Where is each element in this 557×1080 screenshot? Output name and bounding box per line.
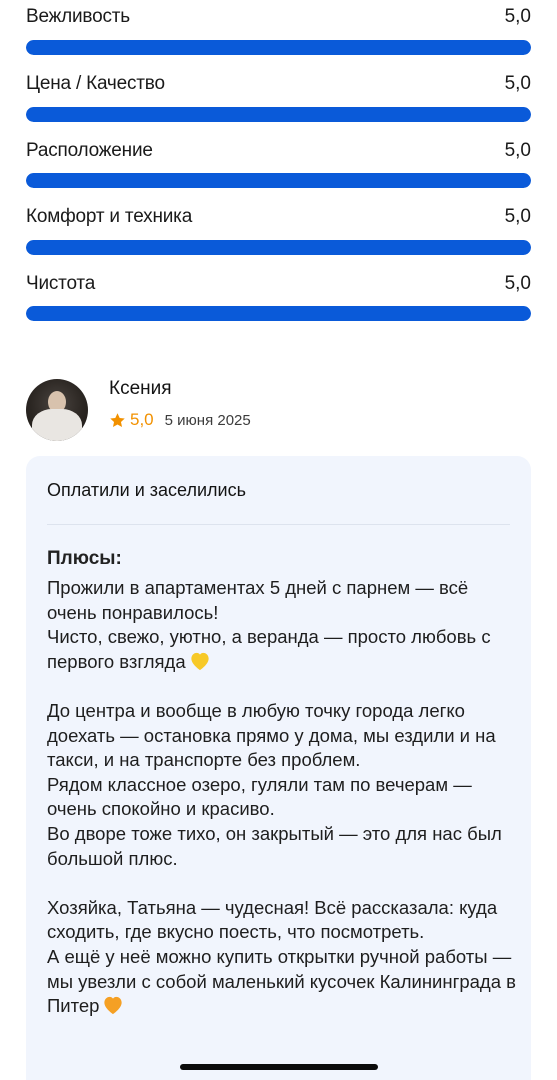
rating-comfort: Комфорт и техника 5,0 (26, 206, 531, 255)
review-card: Оплатили и заселились Плюсы: Прожили в а… (26, 456, 531, 1080)
rating-bar (26, 173, 531, 188)
rating-label: Комфорт и техника (26, 206, 193, 227)
rating-price-quality: Цена / Качество 5,0 (26, 73, 531, 122)
review-paragraph: Чисто, свежо, уютно, а веранда — просто … (47, 625, 517, 674)
rating-location: Расположение 5,0 (26, 140, 531, 188)
rating-politeness: Вежливость 5,0 (26, 6, 531, 55)
pros-heading: Плюсы: (47, 548, 122, 569)
review-paragraph: Рядом классное озеро, гуляли там по вече… (47, 773, 472, 820)
rating-bar (26, 40, 531, 55)
review-meta: 5,0 5 июня 2025 (109, 408, 251, 432)
rating-label: Цена / Качество (26, 73, 165, 94)
pros-text: Прожили в апартаментах 5 дней с парнем —… (47, 576, 517, 1019)
rating-bar-fill (26, 173, 531, 188)
rating-bar (26, 240, 531, 255)
rating-value: 5,0 (504, 273, 531, 294)
yellow-heart-icon (190, 652, 209, 670)
review-score: 5,0 (130, 410, 154, 429)
reviews-screen: Вежливость 5,0 Цена / Качество 5,0 Распо… (0, 0, 557, 1080)
review-paragraph-text: Чисто, свежо, уютно, а веранда — просто … (47, 626, 491, 672)
review-paragraph: Хозяйка, Татьяна — чудесная! Всё рассказ… (47, 896, 498, 943)
rating-bar-fill (26, 240, 531, 255)
rating-value: 5,0 (504, 206, 531, 227)
rating-value: 5,0 (504, 6, 531, 27)
rating-bar-fill (26, 306, 531, 321)
rating-bar (26, 107, 531, 122)
review-date: 5 июня 2025 (164, 411, 251, 429)
rating-bar-fill (26, 40, 531, 55)
avatar[interactable] (26, 379, 88, 441)
rating-label: Чистота (26, 273, 96, 294)
review-title: Оплатили и заселились (47, 480, 246, 500)
orange-heart-icon (104, 996, 123, 1015)
review-paragraph: Во дворе тоже тихо, он закрытый — это дл… (47, 822, 502, 869)
divider (47, 524, 510, 525)
rating-label: Вежливость (26, 6, 130, 27)
review-paragraph: А ещё у неё можно купить открытки ручной… (47, 945, 517, 1019)
rating-value: 5,0 (504, 73, 531, 94)
avatar-body (32, 409, 82, 441)
review-paragraph: Прожили в апартаментах 5 дней с парнем —… (47, 577, 469, 623)
rating-cleanliness: Чистота 5,0 (26, 273, 531, 321)
rating-label: Расположение (26, 140, 153, 161)
rating-bar-fill (26, 107, 531, 122)
rating-bar (26, 306, 531, 321)
star-icon (110, 412, 125, 427)
reviewer-name[interactable]: Ксения (109, 378, 172, 400)
review-paragraph: До центра и вообще в любую точку города … (47, 699, 496, 771)
rating-value: 5,0 (504, 140, 531, 161)
home-indicator[interactable] (180, 1064, 378, 1070)
